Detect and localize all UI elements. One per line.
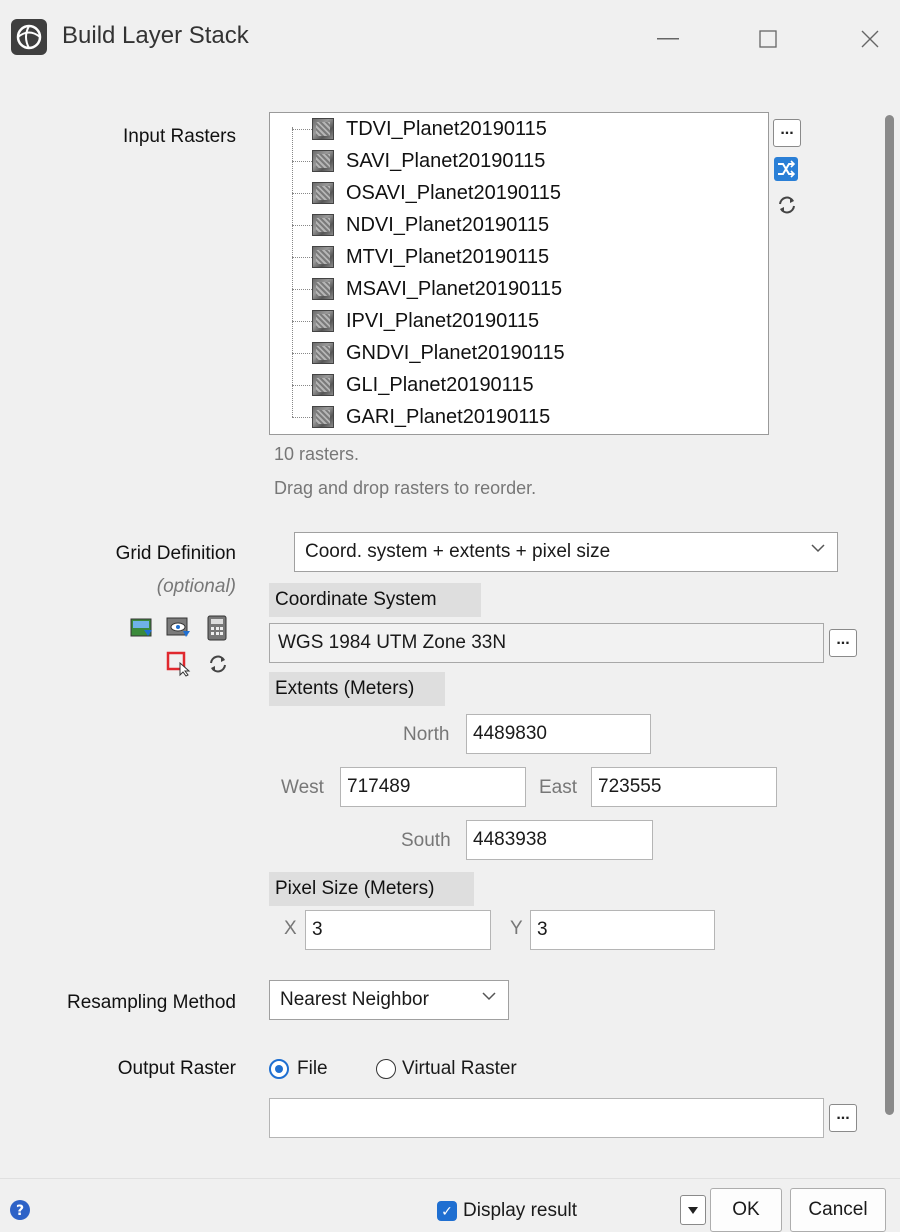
reorder-hint-text: Drag and drop rasters to reorder. xyxy=(274,478,537,498)
input-rasters-list[interactable]: TDVI_Planet20190115 SAVI_Planet20190115 … xyxy=(269,112,769,435)
list-item[interactable]: TDVI_Planet20190115 xyxy=(292,113,547,145)
raster-icon xyxy=(312,278,334,300)
radio-unselected[interactable] xyxy=(376,1059,396,1079)
ok-button[interactable]: OK xyxy=(710,1188,782,1232)
grid-definition-label: Grid Definition xyxy=(115,543,236,564)
shuffle-rasters-icon[interactable] xyxy=(773,156,799,182)
refresh-list-icon[interactable] xyxy=(776,194,798,216)
pixel-x-input[interactable]: 3 xyxy=(305,910,491,950)
raster-icon xyxy=(312,214,334,236)
west-label: West xyxy=(281,777,324,798)
north-input[interactable]: 4489830 xyxy=(466,714,651,754)
raster-icon xyxy=(312,150,334,172)
checkbox-checked-icon[interactable]: ✓ xyxy=(437,1201,457,1221)
minimize-button[interactable] xyxy=(638,14,698,64)
input-rasters-label: Input Rasters xyxy=(123,126,236,147)
list-item[interactable]: SAVI_Planet20190115 xyxy=(292,145,545,177)
list-item[interactable]: MTVI_Planet20190115 xyxy=(292,241,549,273)
raster-icon xyxy=(312,406,334,428)
list-item[interactable]: GNDVI_Planet20190115 xyxy=(292,337,565,369)
east-label: East xyxy=(539,777,578,798)
cancel-button[interactable]: Cancel xyxy=(790,1188,886,1232)
window-title: Build Layer Stack xyxy=(62,22,249,49)
resampling-method-select[interactable]: Nearest Neighbor xyxy=(269,980,509,1020)
extents-header: Extents (Meters) xyxy=(269,672,445,706)
coordinate-system-field[interactable]: WGS 1984 UTM Zone 33N xyxy=(269,623,824,663)
grid-from-raster-icon[interactable] xyxy=(130,616,154,640)
calculator-icon[interactable] xyxy=(207,615,227,641)
raster-icon xyxy=(312,374,334,396)
coordinate-system-header: Coordinate System xyxy=(269,583,481,617)
chevron-down-icon xyxy=(811,544,825,553)
x-label: X xyxy=(284,918,297,939)
help-icon[interactable]: ? xyxy=(9,1199,31,1221)
maximize-button[interactable] xyxy=(738,14,798,64)
list-item[interactable]: OSAVI_Planet20190115 xyxy=(292,177,561,209)
browse-output-button[interactable]: ... xyxy=(829,1104,857,1132)
east-input[interactable]: 723555 xyxy=(591,767,777,807)
output-raster-label: Output Raster xyxy=(117,1058,236,1079)
minimize-icon xyxy=(657,38,679,40)
ok-options-dropdown[interactable] xyxy=(680,1195,706,1225)
draw-extent-icon[interactable] xyxy=(166,651,192,677)
optional-label: (optional) xyxy=(156,576,236,597)
radio-selected[interactable] xyxy=(269,1059,289,1079)
pixel-y-input[interactable]: 3 xyxy=(530,910,715,950)
triangle-down-icon xyxy=(688,1206,698,1214)
list-item[interactable]: MSAVI_Planet20190115 xyxy=(292,273,562,305)
y-label: Y xyxy=(510,918,523,939)
grid-definition-select[interactable]: Coord. system + extents + pixel size xyxy=(294,532,838,572)
west-input[interactable]: 717489 xyxy=(340,767,526,807)
south-label: South xyxy=(401,830,451,851)
app-icon xyxy=(11,19,47,55)
raster-icon xyxy=(312,342,334,364)
list-item[interactable]: GLI_Planet20190115 xyxy=(292,369,534,401)
maximize-icon xyxy=(759,30,777,48)
browse-coord-system-button[interactable]: ... xyxy=(829,629,857,657)
raster-icon xyxy=(312,118,334,140)
output-virtual-radio[interactable]: Virtual Raster xyxy=(376,1058,517,1080)
raster-icon xyxy=(312,310,334,332)
footer-separator xyxy=(0,1178,900,1179)
raster-count-text: 10 rasters. xyxy=(274,444,360,464)
resampling-method-label: Resampling Method xyxy=(67,992,236,1013)
scrollbar[interactable] xyxy=(885,115,894,1115)
raster-icon xyxy=(312,182,334,204)
output-file-radio[interactable]: File xyxy=(269,1058,328,1080)
chevron-down-icon xyxy=(482,992,496,1001)
list-item[interactable]: IPVI_Planet20190115 xyxy=(292,305,539,337)
list-item[interactable]: GARI_Planet20190115 xyxy=(292,401,550,433)
output-path-input[interactable] xyxy=(269,1098,824,1138)
display-result-checkbox[interactable]: ✓ Display result xyxy=(437,1200,577,1222)
pixel-size-header: Pixel Size (Meters) xyxy=(269,872,474,906)
raster-icon xyxy=(312,246,334,268)
list-item[interactable]: NDVI_Planet20190115 xyxy=(292,209,549,241)
reset-grid-icon[interactable] xyxy=(207,653,229,675)
close-icon xyxy=(861,30,879,48)
north-label: North xyxy=(403,724,450,745)
browse-rasters-button[interactable]: ... xyxy=(773,119,801,147)
south-input[interactable]: 4483938 xyxy=(466,820,653,860)
svg-text:?: ? xyxy=(16,1203,24,1219)
close-button[interactable] xyxy=(840,14,900,64)
grid-from-view-icon[interactable] xyxy=(166,616,192,640)
